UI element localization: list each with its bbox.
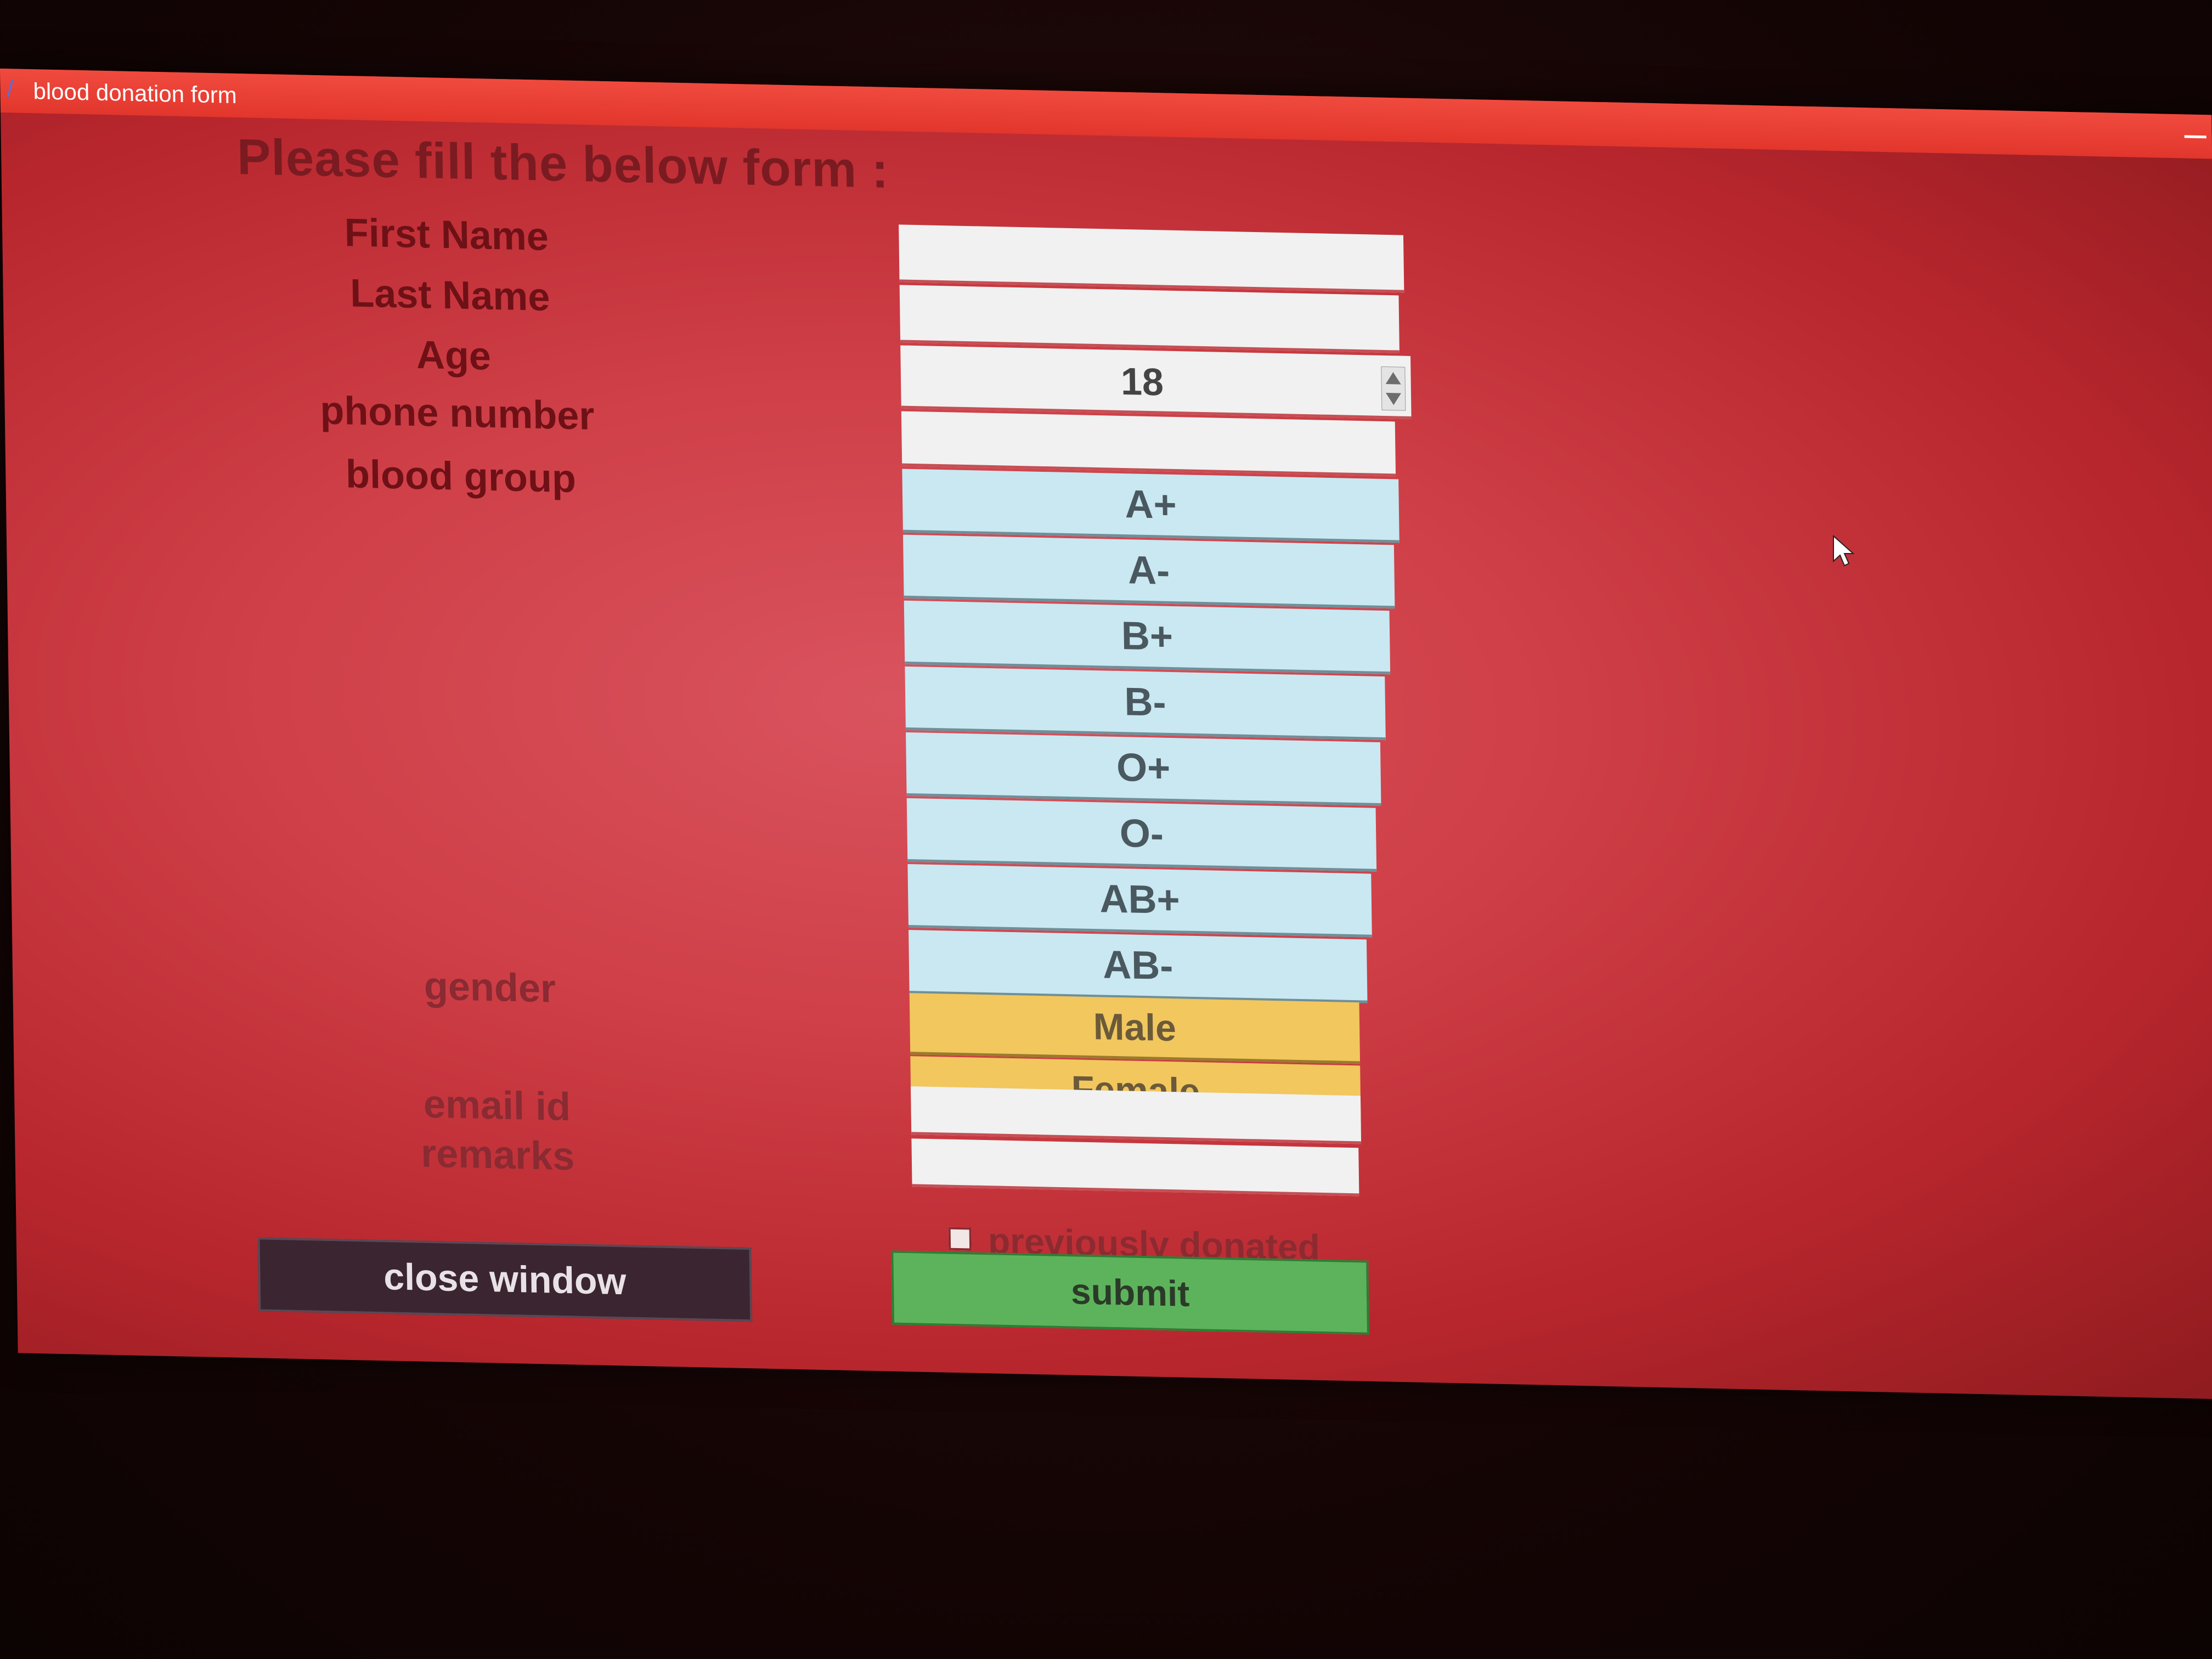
close-window-button[interactable]: close window [257, 1237, 753, 1322]
blood-group-label: blood group [345, 452, 577, 501]
gender-label: gender [424, 964, 556, 1011]
last-name-field[interactable] [899, 285, 1400, 353]
blood-group-option[interactable]: A+ [902, 469, 1400, 543]
last-name-label: Last Name [349, 271, 550, 320]
age-spinbox[interactable]: 18 [900, 345, 1412, 420]
submit-button[interactable]: submit [891, 1250, 1369, 1335]
blood-group-option[interactable]: AB+ [907, 864, 1372, 938]
blood-group-option[interactable]: A- [903, 534, 1395, 609]
blood-group-option[interactable]: B+ [904, 600, 1391, 675]
screen: / blood donation form Please fill the be… [0, 0, 2212, 1659]
window-title: blood donation form [33, 78, 238, 109]
spin-arrows-icon[interactable] [1381, 366, 1406, 411]
remarks-label: remarks [420, 1131, 575, 1179]
email-id-label: email id [423, 1082, 571, 1130]
gender-option[interactable]: Male [909, 993, 1361, 1064]
blood-group-option[interactable]: O+ [906, 732, 1381, 806]
age-value[interactable]: 18 [900, 345, 1384, 415]
blood-group-option[interactable]: O- [906, 798, 1377, 872]
form-heading: Please fill the below form : [236, 129, 889, 199]
feather-icon: / [7, 75, 14, 103]
first-name-field[interactable] [899, 224, 1404, 293]
mouse-pointer-icon [1833, 535, 1854, 567]
blood-group-option[interactable]: AB- [909, 930, 1368, 1003]
phone-number-field[interactable] [901, 411, 1396, 477]
blood-group-option[interactable]: B- [905, 666, 1386, 741]
age-label: Age [416, 332, 492, 379]
app-window: / blood donation form Please fill the be… [0, 69, 2212, 1400]
previously-donated-checkbox[interactable] [948, 1227, 972, 1251]
first-name-label: First Name [344, 211, 549, 259]
remarks-field[interactable] [911, 1138, 1359, 1197]
email-id-field[interactable] [911, 1086, 1362, 1144]
minimize-icon[interactable] [2184, 135, 2207, 139]
phone-number-label: phone number [319, 388, 595, 438]
